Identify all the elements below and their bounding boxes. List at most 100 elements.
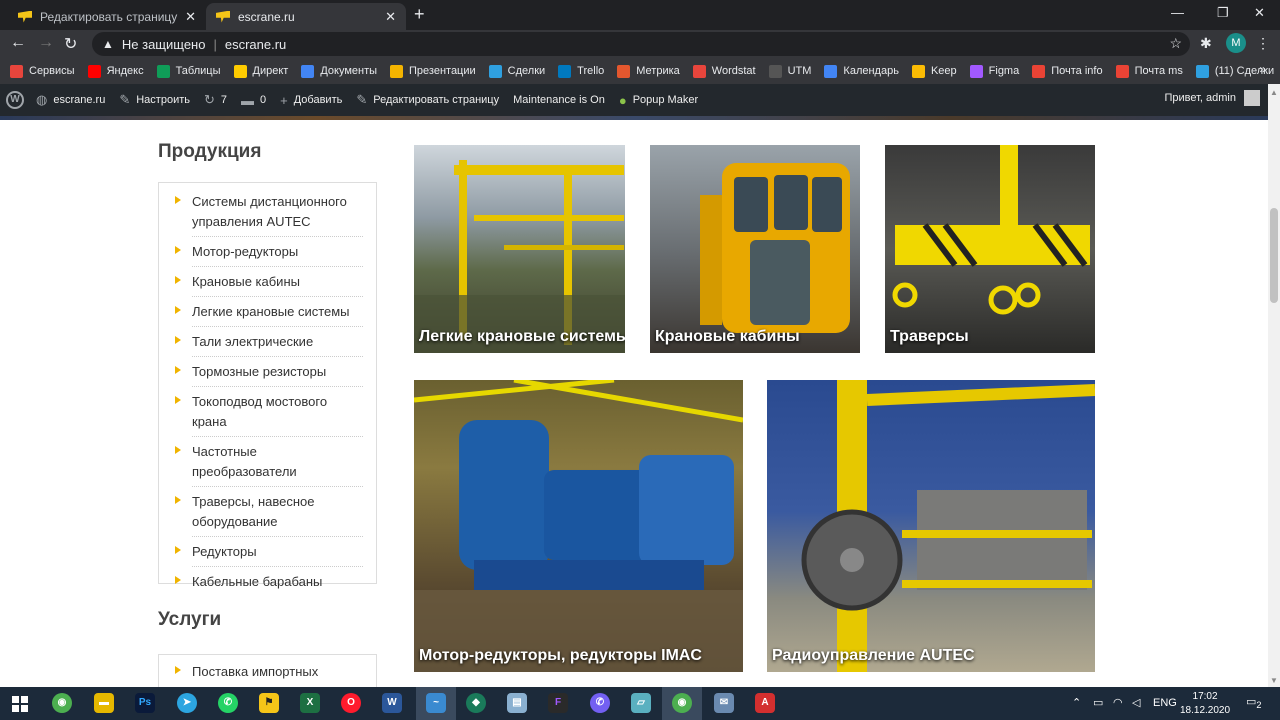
sidebar-menu-item[interactable]: Крановые кабины [175,267,363,297]
sidebar-menu-item[interactable]: Поставка импортных [175,657,363,686]
volume-icon[interactable]: ◁ [1132,696,1140,709]
sidebar-menu-label: Тормозные резисторы [192,364,327,379]
windows-start-icon[interactable] [12,696,28,712]
wp-edit-page[interactable]: ✎ Редактировать страницу [356,92,499,108]
photoshop-icon[interactable]: Ps [135,693,155,713]
new-tab-icon[interactable]: + [414,4,425,25]
tab-escrane[interactable]: escrane.ru ✕ [206,3,406,30]
app-book-icon[interactable]: ▱ [631,693,651,713]
wp-site-link[interactable]: ◍ escrane.ru [36,92,105,108]
address-bar[interactable]: ▲ Не защищено | escrane.ru ☆ [92,32,1190,56]
bookmark-item[interactable]: Таблицы [156,64,221,78]
sidebar-menu-item[interactable]: Системы дистанционного управления AUTEC [175,187,363,237]
app-drop-icon[interactable]: ◆ [466,693,486,713]
wp-comments[interactable]: ▬ 0 [241,93,266,108]
sidebar-menu-item[interactable]: Частотные преобразователи [175,437,363,487]
maximize-icon[interactable]: ❐ [1217,5,1229,21]
forward-icon[interactable]: → [38,34,54,52]
file-explorer-icon[interactable]: ▬ [94,693,114,713]
url-separator: | [213,36,217,52]
card-traverses[interactable]: Траверсы [885,145,1095,353]
back-icon[interactable]: ← [10,34,26,52]
close-tab-icon[interactable]: ✕ [385,9,396,25]
bookmark-item[interactable]: Почта ms [1115,64,1183,78]
chrome-active-icon[interactable]: ◉ [672,693,692,713]
page-scrollbar[interactable] [1268,84,1280,687]
excel-icon[interactable]: X [300,693,320,713]
sidebar-menu-item[interactable]: Кабельные барабаны [175,567,363,596]
tab-edit-page[interactable]: Редактировать страницу ‹ — W ✕ [8,3,206,30]
clock[interactable]: 17:02 18.12.2020 [1180,690,1230,718]
plus-icon: + [280,92,288,108]
app-wave-icon[interactable]: ~ [426,693,446,713]
sidebar-menu-item[interactable]: Тормозные резисторы [175,357,363,387]
battery-icon[interactable]: ▭ [1093,696,1103,709]
profile-avatar[interactable]: M [1226,33,1246,53]
tray-chevron-icon[interactable]: ⌃ [1072,696,1081,709]
sidebar-menu-item[interactable]: Траверсы, навесное оборудование [175,487,363,537]
bookmark-item[interactable]: Яндекс [87,64,144,78]
sidebar-menu-item[interactable]: Токоподвод мостового крана [175,387,363,437]
card-radio-control-autec[interactable]: Радиоуправление AUTEC [767,380,1095,672]
pdf-reader-icon[interactable]: A [755,693,775,713]
bookmark-item[interactable]: Сделки [488,64,545,78]
window-close-icon[interactable]: ✕ [1254,5,1265,21]
close-tab-icon[interactable]: ✕ [185,9,196,25]
app-flag-icon[interactable]: ⚑ [259,693,279,713]
wp-popup-maker[interactable]: ● Popup Maker [619,93,698,108]
sidebar-menu-item[interactable]: Тали электрические [175,327,363,357]
bookmark-item[interactable]: Метрика [617,64,680,78]
bookmark-item[interactable]: Директ [233,64,288,78]
menu-kebab-icon[interactable]: ⋮ [1256,35,1270,52]
minimize-icon[interactable]: — [1171,5,1184,20]
bookmark-item[interactable]: Презентации [390,64,476,78]
notes-icon[interactable]: ▤ [507,693,527,713]
bookmark-item[interactable]: Документы [301,64,377,78]
sidebar-menu-item[interactable]: Редукторы [175,537,363,567]
card-light-crane-systems[interactable]: Легкие крановые системы [414,145,625,353]
bookmark-favicon-icon [911,64,925,78]
sidebar-menu-label: Легкие крановые системы [192,304,350,319]
wp-popup-label: Popup Maker [632,94,699,106]
wp-customize[interactable]: ✎ Настроить [119,92,190,108]
reload-icon[interactable]: ↻ [64,34,77,54]
figma-icon[interactable]: F [548,693,568,713]
bookmarks-overflow-icon[interactable]: » [1259,62,1266,76]
scroll-down-icon[interactable]: ▼ [1270,676,1278,685]
bookmark-item[interactable]: UTM [768,64,811,78]
card-crane-cabins[interactable]: Крановые кабины [650,145,860,353]
telegram-icon[interactable]: ➤ [177,693,197,713]
bookmark-item[interactable]: Keep [911,64,957,78]
sidebar-menu-item[interactable]: Легкие крановые системы [175,297,363,327]
wp-add-label: Добавить [293,94,343,106]
crane-cabin-photo [700,163,850,333]
card-motor-reducers[interactable]: Мотор-редукторы, редукторы IMAC [414,380,743,672]
popup-maker-icon: ● [618,92,627,108]
wp-maintenance[interactable]: Maintenance is On [513,94,605,106]
scroll-up-icon[interactable]: ▲ [1270,88,1278,97]
whatsapp-icon[interactable]: ✆ [218,693,238,713]
viber-icon[interactable]: ✆ [590,693,610,713]
sidebar-menu-item[interactable]: Мотор-редукторы [175,237,363,267]
opera-icon[interactable]: O [341,693,361,713]
scrollbar-thumb[interactable] [1270,208,1278,303]
extensions-icon[interactable]: ✱ [1200,35,1212,52]
word-icon[interactable]: W [382,693,402,713]
bookmark-item[interactable]: Figma [969,64,1019,78]
wp-account[interactable]: Привет, admin [1164,90,1260,106]
chrome-icon[interactable]: ◉ [52,693,72,713]
bookmark-item[interactable]: Календарь [824,64,899,78]
wifi-icon[interactable]: ◠ [1113,696,1123,709]
wordpress-logo-icon[interactable]: W [6,91,24,109]
notifications-icon[interactable]: ▭2 [1246,695,1262,710]
pencil-icon: ✎ [356,92,368,107]
language-indicator[interactable]: ENG [1153,697,1177,709]
wp-updates[interactable]: ↻ 7 [204,92,227,108]
bookmark-item[interactable]: Сервисы [10,64,75,78]
bookmark-star-icon[interactable]: ☆ [1169,35,1182,52]
bookmark-item[interactable]: Wordstat [692,64,756,78]
wp-add-new[interactable]: + Добавить [280,93,342,108]
mail-icon[interactable]: ✉ [714,693,734,713]
bookmark-item[interactable]: Почта info [1032,64,1103,78]
bookmark-item[interactable]: Trello [558,64,604,78]
